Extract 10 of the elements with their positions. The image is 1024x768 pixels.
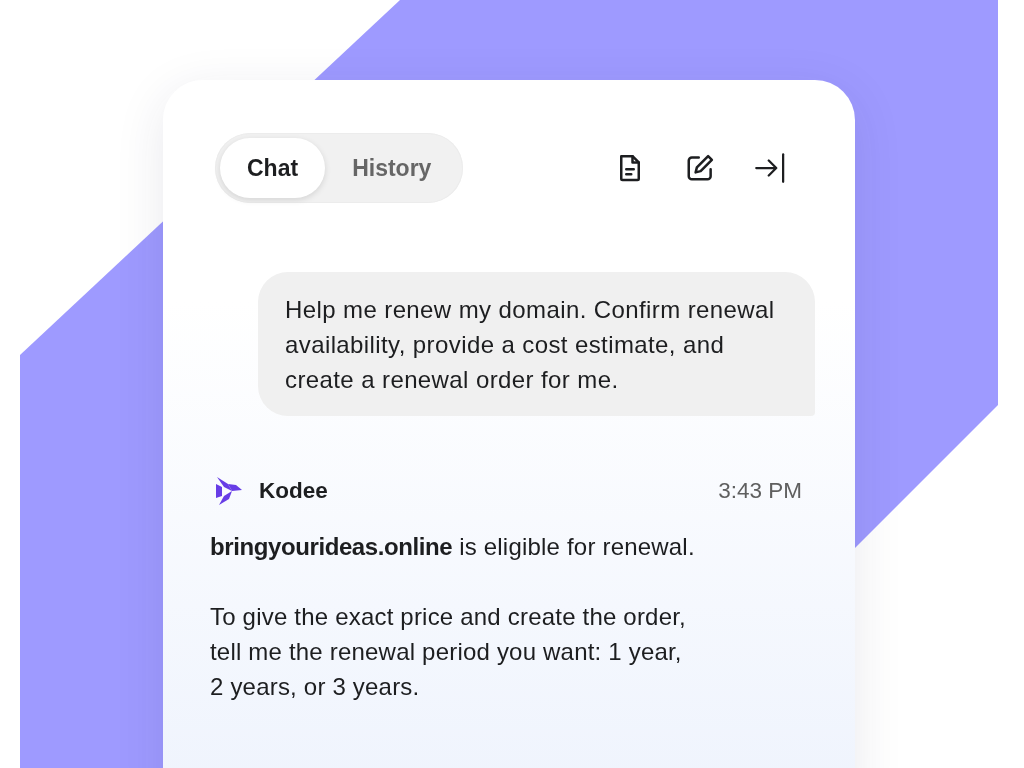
arrow-to-line-icon xyxy=(755,153,785,183)
message-time: 3:43 PM xyxy=(718,477,802,506)
assistant-message: bringyourideas.online is eligible for renewal. xyxy=(210,532,696,562)
tab[interactable]: Chat xyxy=(220,138,326,198)
assistant-logo-icon xyxy=(215,476,243,506)
sender-name: Kodee xyxy=(259,477,328,506)
assistant-message: To give the exact price and create the order, tell me the renewal period you want: 1 year, 2 years, or 3 years. xyxy=(210,602,687,702)
tab[interactable]: History xyxy=(325,138,459,198)
edit-icon xyxy=(685,153,715,183)
user-message: Help me renew my domain. Confirm renewal availability, provide a cost estimate, and create a renewal order for me. xyxy=(258,272,815,416)
